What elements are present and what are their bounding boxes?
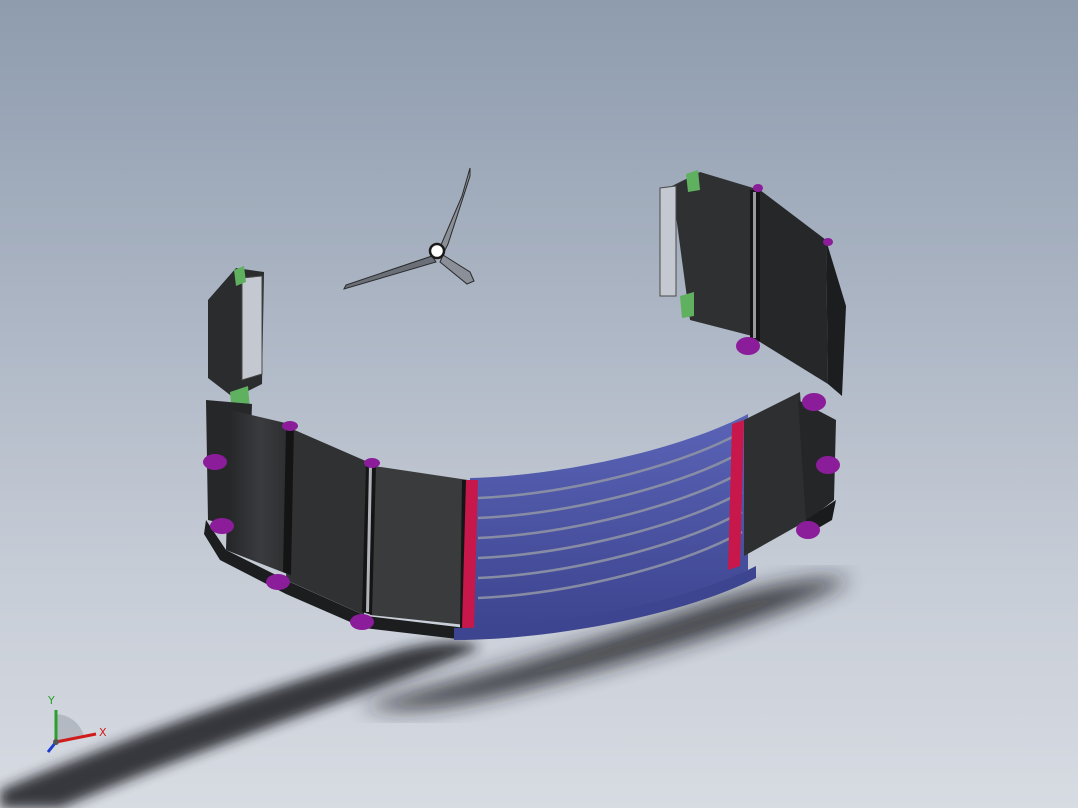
left-strap[interactable] bbox=[203, 266, 470, 640]
coordinate-triad: Y X bbox=[46, 694, 107, 753]
triad-x-label: X bbox=[99, 726, 107, 739]
watch-hands-icon[interactable] bbox=[343, 167, 475, 290]
triad-y-label: Y bbox=[47, 694, 55, 707]
model-scene[interactable]: Y X bbox=[0, 0, 1078, 808]
cad-viewport[interactable]: Y X bbox=[0, 0, 1078, 808]
